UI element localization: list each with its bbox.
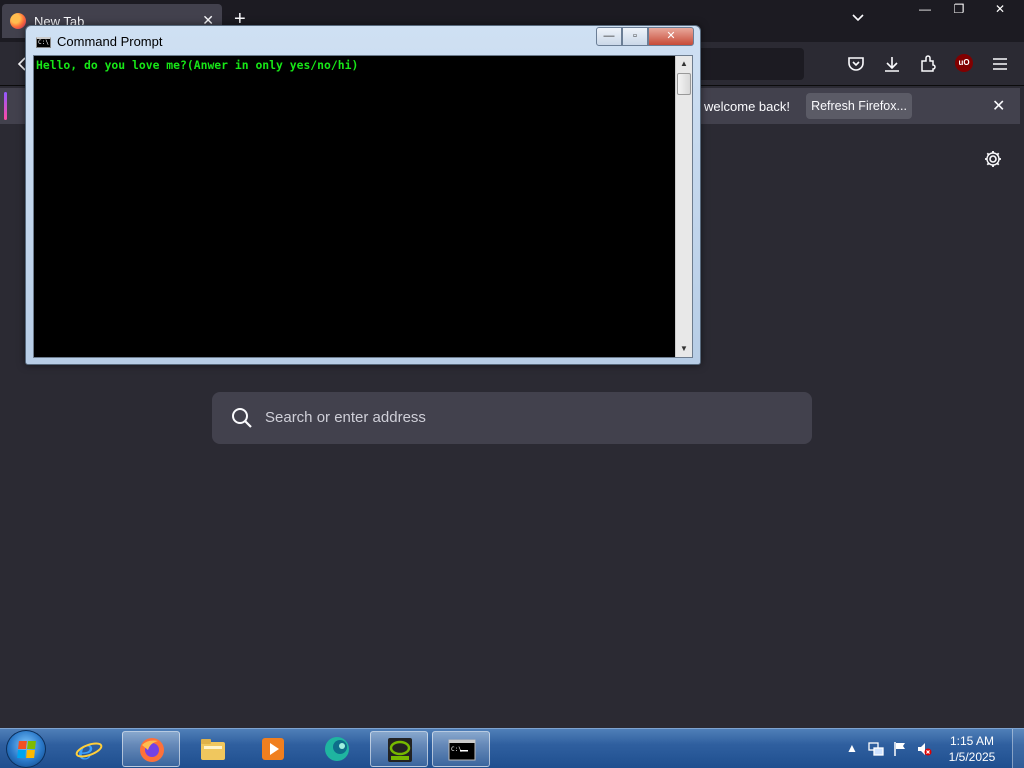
list-all-tabs-icon[interactable] (850, 10, 866, 26)
cmd-title-bar[interactable]: C:\ Command Prompt — ▫ ✕ (26, 26, 700, 56)
firefox-favicon-icon (10, 13, 26, 29)
download-icon[interactable] (882, 54, 902, 74)
cmd-window-controls: — ▫ ✕ (596, 27, 694, 46)
command-prompt-window[interactable]: C:\ Command Prompt — ▫ ✕ Hello, do you l… (25, 25, 701, 365)
taskbar-command-prompt[interactable]: C:\ (432, 731, 490, 767)
tray-arrow-icon[interactable]: ▲ (844, 741, 860, 757)
cmd-maximize-button[interactable]: ▫ (622, 27, 648, 46)
clock-date: 1/5/2025 (948, 750, 996, 764)
cmd-close-button[interactable]: ✕ (648, 27, 694, 46)
windows-logo-icon (17, 741, 36, 758)
clock-time: 1:15 AM (949, 734, 995, 748)
window-close-button[interactable]: ✕ (976, 0, 1024, 20)
menu-icon[interactable] (990, 54, 1010, 74)
taskbar-app[interactable] (308, 731, 366, 767)
cmd-minimize-button[interactable]: — (596, 27, 622, 46)
search-placeholder: Search or enter address (265, 409, 426, 426)
taskbar: e C:\ ▲ 1:15 AM 1/5/2025 (0, 728, 1024, 768)
show-desktop-button[interactable] (1012, 729, 1024, 768)
cmd-title: Command Prompt (57, 34, 163, 49)
clock[interactable]: 1:15 AM 1/5/2025 (936, 733, 1008, 765)
network-icon[interactable] (868, 741, 884, 757)
extensions-icon[interactable] (918, 54, 938, 74)
scroll-down-arrow-icon[interactable]: ▼ (676, 341, 692, 357)
action-center-flag-icon[interactable] (892, 741, 908, 757)
start-button[interactable] (6, 730, 46, 768)
file-explorer-icon (201, 739, 225, 760)
ublock-icon[interactable]: uO (955, 54, 973, 72)
app-icon (325, 737, 349, 761)
taskbar-internet-explorer[interactable]: e (60, 731, 118, 767)
cmd-window-icon[interactable]: C:\ (36, 37, 51, 48)
notice-close-icon[interactable]: ✕ (992, 96, 1005, 116)
taskbar-media-player[interactable] (244, 731, 302, 767)
taskbar-file-explorer[interactable] (184, 731, 242, 767)
scroll-thumb[interactable] (677, 73, 691, 95)
notice-accent-bar (4, 92, 7, 120)
settings-gear-icon[interactable] (983, 149, 1003, 169)
nvidia-icon (388, 738, 412, 762)
scroll-up-arrow-icon[interactable]: ▲ (676, 56, 692, 72)
window-controls: — ❐ ✕ (908, 0, 1024, 20)
volume-muted-icon[interactable] (916, 741, 932, 757)
media-player-icon (262, 738, 284, 760)
command-prompt-icon: C:\ (448, 739, 476, 761)
search-input[interactable]: Search or enter address (212, 392, 812, 444)
internet-explorer-icon: e (75, 736, 103, 762)
cmd-scrollbar[interactable]: ▲ ▼ (675, 56, 692, 357)
search-icon (232, 408, 252, 428)
taskbar-nvidia[interactable] (370, 731, 428, 767)
refresh-firefox-button[interactable]: Refresh Firefox... (806, 93, 912, 119)
taskbar-firefox[interactable] (122, 731, 180, 767)
firefox-icon (140, 738, 164, 762)
svg-text:C:\: C:\ (451, 746, 462, 753)
cmd-console[interactable]: Hello, do you love me?(Anwer in only yes… (33, 55, 693, 358)
cmd-output-line: Hello, do you love me?(Anwer in only yes… (36, 58, 359, 72)
notice-text: welcome back! (704, 99, 790, 114)
window-restore-button[interactable]: ❐ (942, 0, 976, 20)
pocket-icon[interactable] (846, 54, 866, 74)
window-minimize-button[interactable]: — (908, 0, 942, 20)
